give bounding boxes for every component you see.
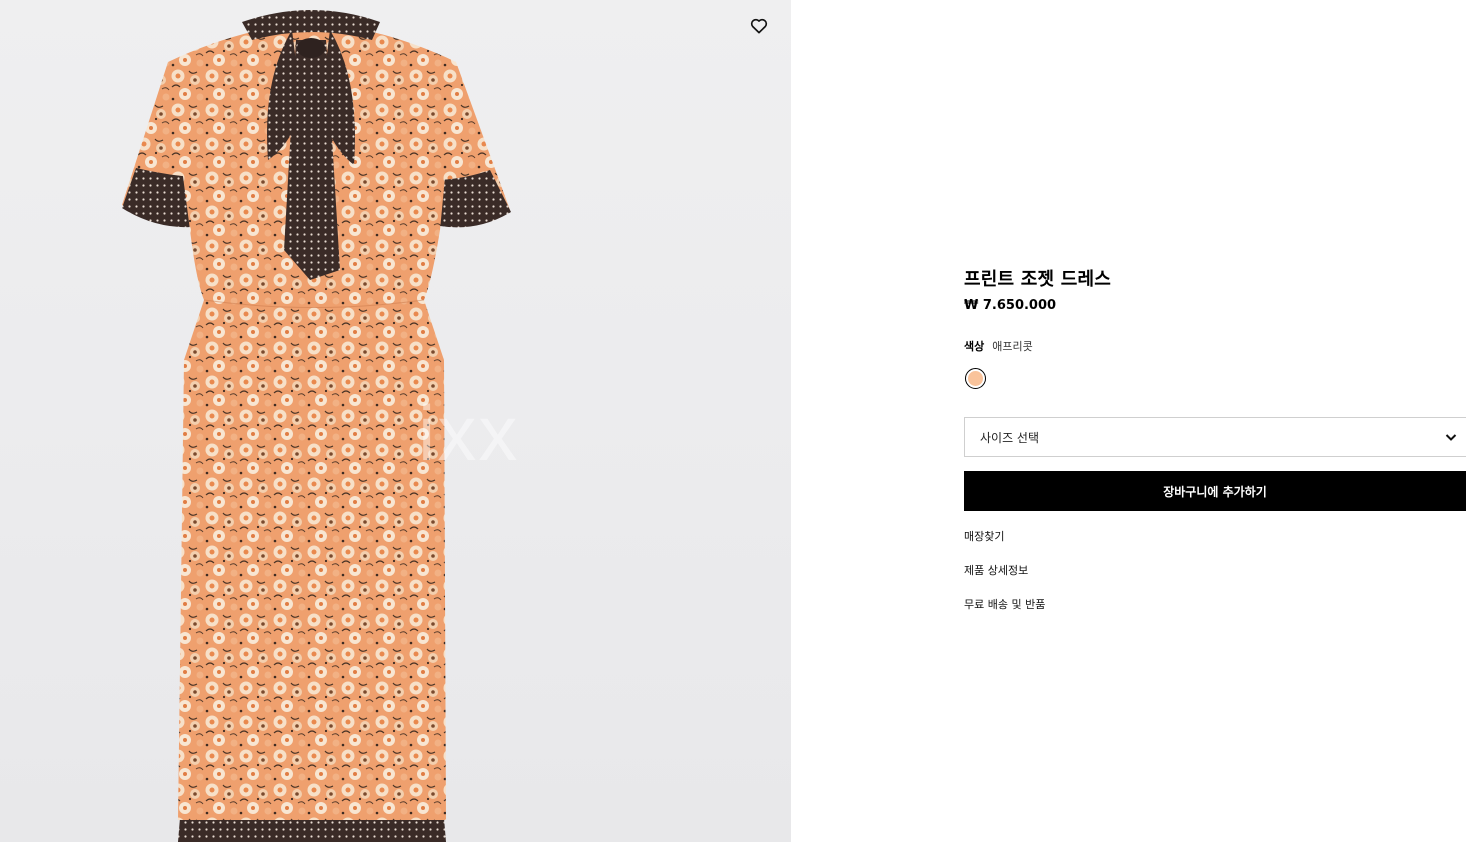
product-image[interactable]: ixx [0,0,791,842]
product-info-panel: 프린트 조젯 드레스 ₩ 7.650.000 색상 애프리콧 사이즈 선택 장바… [964,0,1466,842]
dress-illustration [122,10,511,842]
add-to-cart-button[interactable]: 장바구니에 추가하기 [964,471,1466,511]
size-select[interactable]: 사이즈 선택 [964,417,1466,457]
color-row: 색상 애프리콧 [964,338,1033,354]
store-finder-link[interactable]: 매장찾기 [964,529,1045,544]
color-value: 애프리콧 [992,340,1033,353]
heart-icon [750,18,768,33]
color-label: 색상 [964,340,985,353]
swatch-fill [968,371,983,386]
product-details-link[interactable]: 제품 상세정보 [964,563,1045,578]
product-price: ₩ 7.650.000 [964,298,1057,313]
color-swatch-apricot[interactable] [965,368,986,389]
product-page: ixx 프린트 조젯 드레스 ₩ 7.650.000 색상 애프리콧 사이즈 선… [0,0,1466,842]
product-title: 프린트 조젯 드레스 [964,269,1112,290]
shipping-returns-link[interactable]: 무료 배송 및 반품 [964,597,1045,612]
size-select-placeholder: 사이즈 선택 [980,430,1040,445]
chevron-down-icon [1445,434,1457,441]
product-links: 매장찾기 제품 상세정보 무료 배송 및 반품 [964,529,1045,612]
wishlist-button[interactable] [746,12,772,38]
